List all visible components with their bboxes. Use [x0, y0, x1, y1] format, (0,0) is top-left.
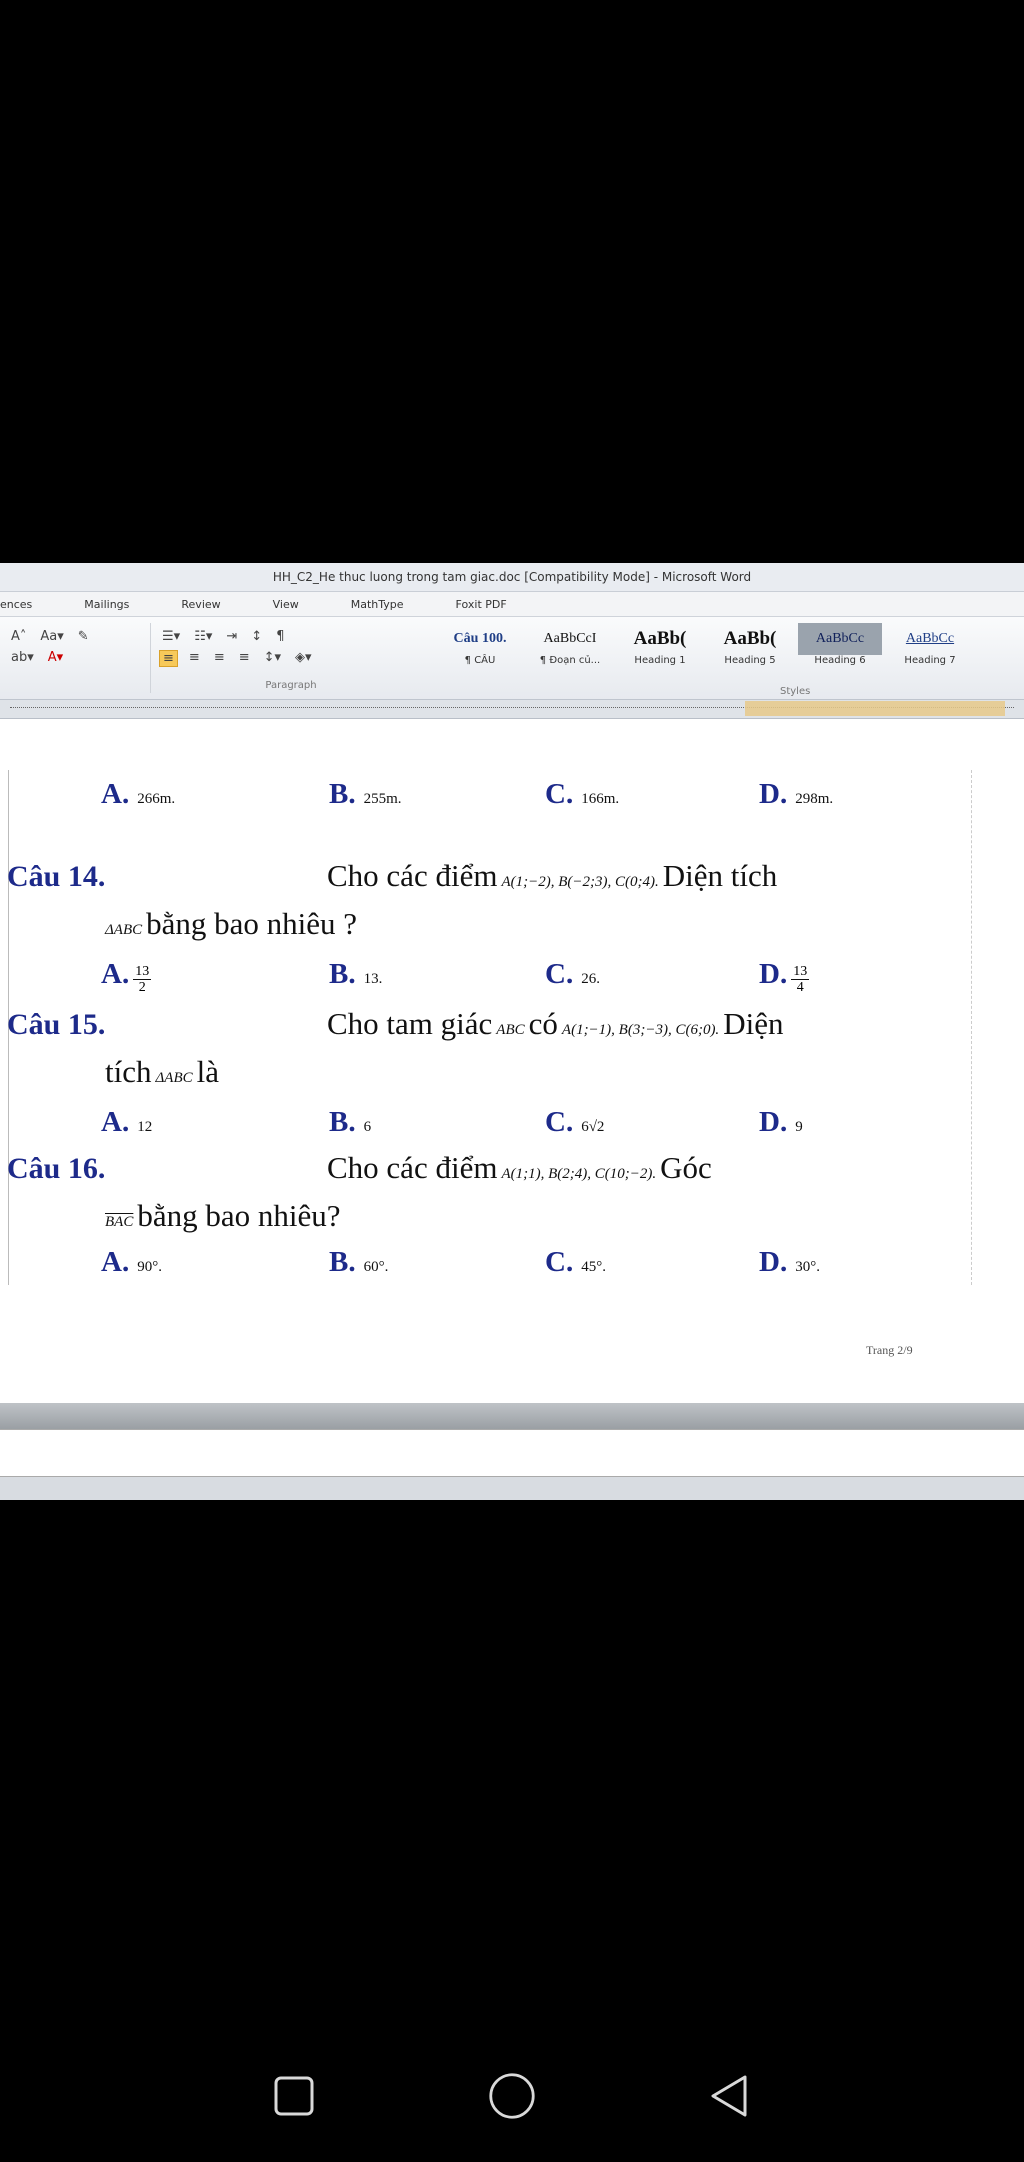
q13-option-a: A. 266m.	[101, 778, 176, 810]
style-name: Heading 1	[634, 655, 686, 666]
style-cau[interactable]: Câu 100. ¶ CÂU	[438, 623, 522, 677]
page-gap	[0, 1403, 1024, 1429]
q14-label: Câu 14.	[7, 860, 106, 893]
q15-option-a: A. 12	[101, 1106, 153, 1138]
q15-option-b: B. 6	[329, 1106, 372, 1138]
q16-option-a: A. 90°.	[101, 1246, 162, 1278]
style-name: ¶ CÂU	[464, 655, 496, 666]
q16-stem-2: BAC bằng bao nhiêu?	[105, 1198, 341, 1233]
style-sample: Câu 100.	[453, 631, 507, 646]
align-right-icon[interactable]: ≡	[211, 650, 228, 667]
home-icon[interactable]	[488, 2072, 536, 2120]
back-icon[interactable]	[706, 2072, 754, 2120]
q16-option-c: C. 45°.	[545, 1246, 606, 1278]
numbering-icon[interactable]: ☷▾	[191, 629, 215, 644]
style-heading-6[interactable]: AaBbCc Heading 6	[798, 623, 882, 677]
document-page[interactable]: A. 266m. B. 255m. C. 166m. D. 298m. Câu 14. …	[7, 770, 972, 1285]
q16-option-b: B. 60°.	[329, 1246, 389, 1278]
q15-option-c: C. 6√2	[545, 1106, 605, 1138]
style-heading-7[interactable]: AaBbCc Heading 7	[888, 623, 972, 677]
ribbon-tabs: ences Mailings Review View MathType Foxi…	[0, 592, 1024, 617]
font-color-icon[interactable]: A▾	[45, 650, 66, 665]
next-page-top	[0, 1429, 1024, 1482]
shading-icon[interactable]: ◈▾	[292, 650, 315, 667]
q15-option-d: D. 9	[759, 1106, 803, 1138]
indent-icon[interactable]: ⇥	[223, 629, 240, 644]
q13-option-d: D. 298m.	[759, 778, 834, 810]
q14-option-d: D. 13 4	[759, 958, 810, 995]
styles-gallery: Câu 100. ¶ CÂU AaBbCcI ¶ Đoạn củ... AaBb…	[438, 623, 972, 693]
ribbon: A˄ Aa▾ ✎ ab▾ A▾ ☰▾ ☷▾ ⇥ ↕ ¶ ≡ ≡ ≡ ≡ ↕▾ ◈…	[0, 617, 1024, 700]
q14-stem-2: ΔABC bằng bao nhiêu ?	[105, 906, 358, 941]
horizontal-ruler[interactable]	[0, 700, 1024, 719]
style-doan[interactable]: AaBbCcI ¶ Đoạn củ...	[528, 623, 612, 677]
change-case-icon[interactable]: Aa▾	[37, 629, 66, 644]
android-nav-bar	[0, 2030, 1024, 2162]
style-sample: AaBbCc	[905, 631, 955, 646]
clear-format-icon[interactable]: ✎	[75, 629, 92, 644]
recent-apps-icon[interactable]	[270, 2072, 318, 2120]
style-sample: AaBbCcI	[543, 631, 597, 646]
q14-option-a: A. 13 2	[101, 958, 152, 995]
page-number: Trang 2/9	[866, 1343, 913, 1357]
highlight-icon[interactable]: ab▾	[8, 650, 37, 665]
tab-mailings[interactable]: Mailings	[84, 598, 129, 611]
window-title: HH_C2_He thuc luong trong tam giac.doc […	[0, 563, 1024, 592]
style-name: ¶ Đoạn củ...	[539, 655, 601, 666]
style-sample: AaBb(	[633, 628, 687, 649]
q15-stem-2: tích ΔABC là	[105, 1054, 220, 1089]
q14-stem: Cho các điểm A(1;−2), B(−2;3), C(0;4). D…	[327, 858, 778, 893]
q16-option-d: D. 30°.	[759, 1246, 820, 1278]
q15-stem: Cho tam giác ABC có A(1;−1), B(3;−3), C(…	[327, 1006, 784, 1041]
status-bar	[0, 1476, 1024, 1500]
paragraph-group: ☰▾ ☷▾ ⇥ ↕ ¶ ≡ ≡ ≡ ≡ ↕▾ ◈▾ Paragraph	[150, 623, 431, 693]
justify-icon[interactable]: ≡	[236, 650, 253, 667]
align-left-icon[interactable]: ≡	[159, 650, 178, 667]
styles-group-label: Styles	[780, 686, 811, 697]
line-spacing-icon[interactable]: ↕▾	[261, 650, 284, 667]
pilcrow-icon[interactable]: ¶	[273, 629, 287, 644]
tab-foxit-pdf[interactable]: Foxit PDF	[456, 598, 507, 611]
paragraph-group-label: Paragraph	[265, 680, 317, 691]
tab-view[interactable]: View	[273, 598, 299, 611]
style-sample: AaBbCc	[798, 623, 882, 655]
style-heading-5[interactable]: AaBb( Heading 5	[708, 623, 792, 677]
sort-icon[interactable]: ↕	[248, 629, 265, 644]
q16-label: Câu 16.	[7, 1152, 106, 1185]
bullets-icon[interactable]: ☰▾	[159, 629, 183, 644]
grow-font-icon[interactable]: A˄	[8, 629, 29, 644]
q14-option-c: C. 26.	[545, 958, 600, 990]
q15-label: Câu 15.	[7, 1008, 106, 1041]
style-name: Heading 5	[724, 655, 776, 666]
style-name: Heading 7	[904, 655, 956, 666]
tab-references[interactable]: ences	[0, 598, 32, 611]
align-center-icon[interactable]: ≡	[186, 650, 203, 667]
q16-stem: Cho các điểm A(1;1), B(2;4), C(10;−2). G…	[327, 1150, 712, 1185]
tab-mathtype[interactable]: MathType	[351, 598, 404, 611]
font-group: A˄ Aa▾ ✎ ab▾ A▾	[0, 623, 150, 693]
q13-option-c: C. 166m.	[545, 778, 620, 810]
tab-review[interactable]: Review	[181, 598, 220, 611]
style-heading-1[interactable]: AaBb( Heading 1	[618, 623, 702, 677]
style-sample: AaBb(	[723, 628, 777, 649]
q13-option-b: B. 255m.	[329, 778, 402, 810]
style-name: Heading 6	[814, 655, 866, 666]
ruler-highlight	[745, 701, 1005, 716]
q14-option-b: B. 13.	[329, 958, 383, 990]
